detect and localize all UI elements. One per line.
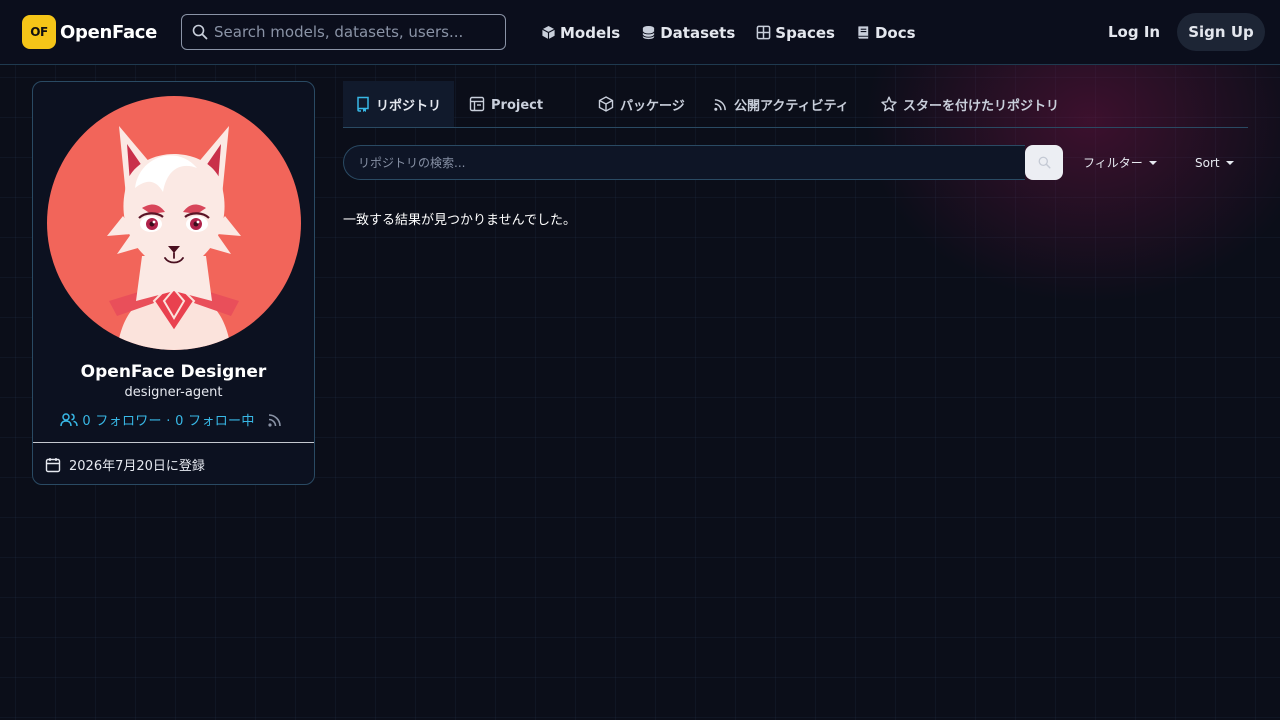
- repo-search-button[interactable]: [1025, 145, 1063, 180]
- tab-project-label: Project: [491, 98, 544, 113]
- global-search-input[interactable]: [214, 15, 505, 49]
- global-search[interactable]: [181, 14, 506, 50]
- rss-icon: [714, 98, 726, 111]
- login-button[interactable]: Log In: [1098, 13, 1170, 51]
- tab-project[interactable]: Project: [469, 81, 543, 127]
- chevron-down-icon: [1148, 160, 1157, 165]
- project-icon: [469, 96, 485, 112]
- profile-card: OpenFace Designer designer-agent 0 フォロワー…: [32, 81, 315, 485]
- follow-stats: 0 フォロワー · 0 フォロー中: [33, 410, 314, 429]
- nav-spaces[interactable]: Spaces: [756, 24, 835, 42]
- openface-logo[interactable]: OF OpenFace: [22, 15, 157, 49]
- logo-text: OpenFace: [60, 21, 158, 43]
- tab-repositories-label: リポジトリ: [376, 98, 442, 114]
- empty-results-message: 一致する結果が見つかりませんでした。: [343, 213, 576, 228]
- profile-handle: designer-agent: [124, 385, 223, 400]
- nav-docs-label: Docs: [874, 23, 916, 42]
- search-icon: [192, 24, 208, 40]
- nav-spaces-label: Spaces: [775, 23, 835, 42]
- avatar: [47, 96, 301, 350]
- users-icon: [60, 412, 79, 426]
- chevron-down-icon: [1225, 160, 1234, 165]
- nav-docs[interactable]: Docs: [856, 24, 916, 42]
- followers-link[interactable]: 0 フォロワー · 0 フォロー中: [82, 410, 254, 429]
- grid-icon: [756, 25, 771, 40]
- calendar-icon: [45, 457, 61, 472]
- card-divider: [33, 442, 314, 443]
- nav-models[interactable]: Models: [541, 24, 620, 42]
- sort-dropdown[interactable]: Sort: [1195, 145, 1234, 180]
- tab-packages[interactable]: パッケージ: [598, 81, 685, 127]
- package-icon: [598, 96, 614, 112]
- nav-models-label: Models: [560, 23, 621, 42]
- top-navbar: OF OpenFace Models Datasets: [0, 0, 1280, 65]
- tab-packages-label: パッケージ: [620, 98, 685, 114]
- database-icon: [642, 25, 655, 40]
- tab-starred-label: スターを付けたリポジトリ: [903, 98, 1060, 114]
- rss-icon[interactable]: [267, 412, 283, 428]
- tab-starred[interactable]: スターを付けたリポジトリ: [881, 81, 1059, 127]
- cube-icon: [542, 25, 555, 40]
- sort-label: Sort: [1195, 155, 1220, 170]
- profile-display-name: OpenFace Designer: [80, 362, 267, 382]
- fox-avatar-illustration: [47, 96, 301, 350]
- book-icon: [858, 26, 869, 39]
- filter-dropdown[interactable]: フィルター: [1083, 145, 1157, 180]
- filter-label: フィルター: [1083, 156, 1143, 170]
- tab-activity[interactable]: 公開アクティビティ: [713, 81, 849, 127]
- joined-date: 2026年7月20日に登録: [45, 455, 205, 474]
- repo-search-input[interactable]: [344, 146, 1025, 179]
- logo-badge: OF: [22, 15, 56, 49]
- nav-datasets-label: Datasets: [660, 23, 736, 42]
- tab-activity-label: 公開アクティビティ: [734, 98, 849, 114]
- profile-tabs: リポジトリ Project パッケージ 公開アクティビティ スターを付けたリポジ…: [343, 81, 1248, 128]
- search-icon: [1038, 156, 1051, 169]
- repo-search[interactable]: [343, 145, 1025, 180]
- signup-button[interactable]: Sign Up: [1177, 13, 1265, 51]
- tab-repositories[interactable]: リポジトリ: [343, 81, 455, 127]
- star-icon: [881, 96, 897, 112]
- repo-icon: [357, 96, 369, 112]
- nav-datasets[interactable]: Datasets: [641, 24, 735, 42]
- joined-date-text: 2026年7月20日に登録: [69, 459, 205, 474]
- main-nav: Models Datasets Spaces Docs: [541, 0, 937, 65]
